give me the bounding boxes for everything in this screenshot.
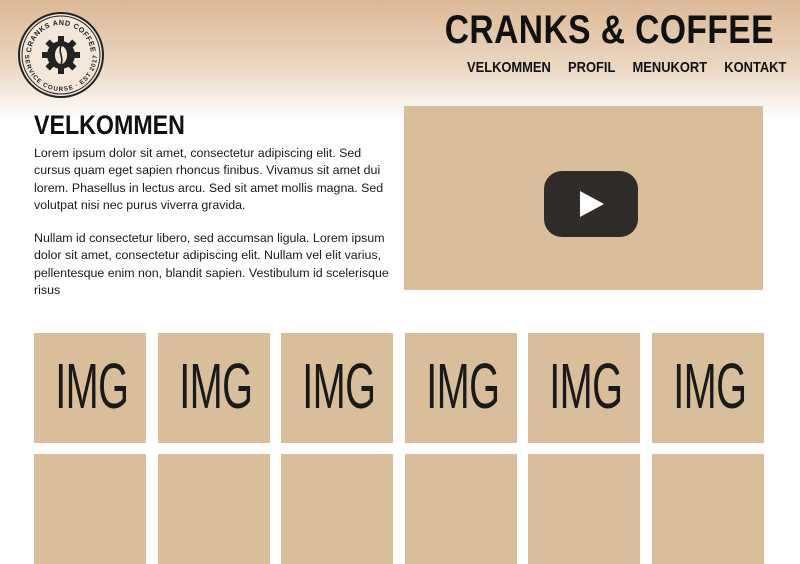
- image-placeholder-label: IMG: [55, 350, 129, 422]
- image-placeholder-label: IMG: [549, 350, 623, 422]
- nav-item-kontakt[interactable]: KONTAKT: [724, 59, 786, 76]
- intro-heading: VELKOMMEN: [34, 110, 185, 140]
- gallery-image[interactable]: IMG: [157, 333, 270, 443]
- image-placeholder-label: IMG: [425, 350, 500, 422]
- nav-item-velkommen[interactable]: VELKOMMEN: [467, 59, 551, 76]
- gallery-image[interactable]: IMG: [404, 333, 517, 443]
- gear-coffee-bean-icon: [42, 36, 80, 74]
- gallery-image[interactable]: IMG: [651, 333, 764, 443]
- play-icon: [580, 191, 604, 217]
- image-placeholder-label: IMG: [672, 350, 747, 422]
- image-placeholder-label: IMG: [302, 350, 376, 422]
- gallery-image[interactable]: [157, 454, 270, 564]
- intro-paragraph-1: Lorem ipsum dolor sit amet, consectetur …: [34, 146, 384, 212]
- logo-seal-icon: CRANKS AND COFFEE SERVICE COURSE · EST 2…: [18, 12, 104, 98]
- gallery-image[interactable]: [528, 454, 640, 564]
- intro-section: VELKOMMEN Lorem ipsum dolor sit amet, co…: [34, 110, 406, 315]
- gallery-image[interactable]: IMG: [34, 333, 146, 443]
- nav-item-menukort[interactable]: MENUKORT: [632, 59, 707, 76]
- gallery-image[interactable]: [651, 454, 764, 564]
- gallery-image[interactable]: [281, 454, 393, 564]
- site-logo[interactable]: CRANKS AND COFFEE SERVICE COURSE · EST 2…: [17, 11, 105, 99]
- gallery-image[interactable]: IMG: [528, 333, 640, 443]
- video-player[interactable]: [404, 106, 763, 290]
- nav-item-profil[interactable]: PROFIL: [568, 59, 615, 76]
- gallery-image[interactable]: [34, 454, 146, 564]
- image-gallery: IMG IMG IMG IMG IMG IMG: [34, 333, 764, 564]
- gallery-image[interactable]: IMG: [281, 333, 393, 443]
- gallery-image[interactable]: [404, 454, 517, 564]
- play-button[interactable]: [544, 171, 638, 237]
- site-title[interactable]: CRANKS & COFFEE: [445, 8, 774, 53]
- main-nav: VELKOMMEN PROFIL MENUKORT KONTAKT: [467, 59, 786, 76]
- intro-paragraph-2: Nullam id consectetur libero, sed accums…: [34, 231, 389, 298]
- image-placeholder-label: IMG: [178, 350, 253, 422]
